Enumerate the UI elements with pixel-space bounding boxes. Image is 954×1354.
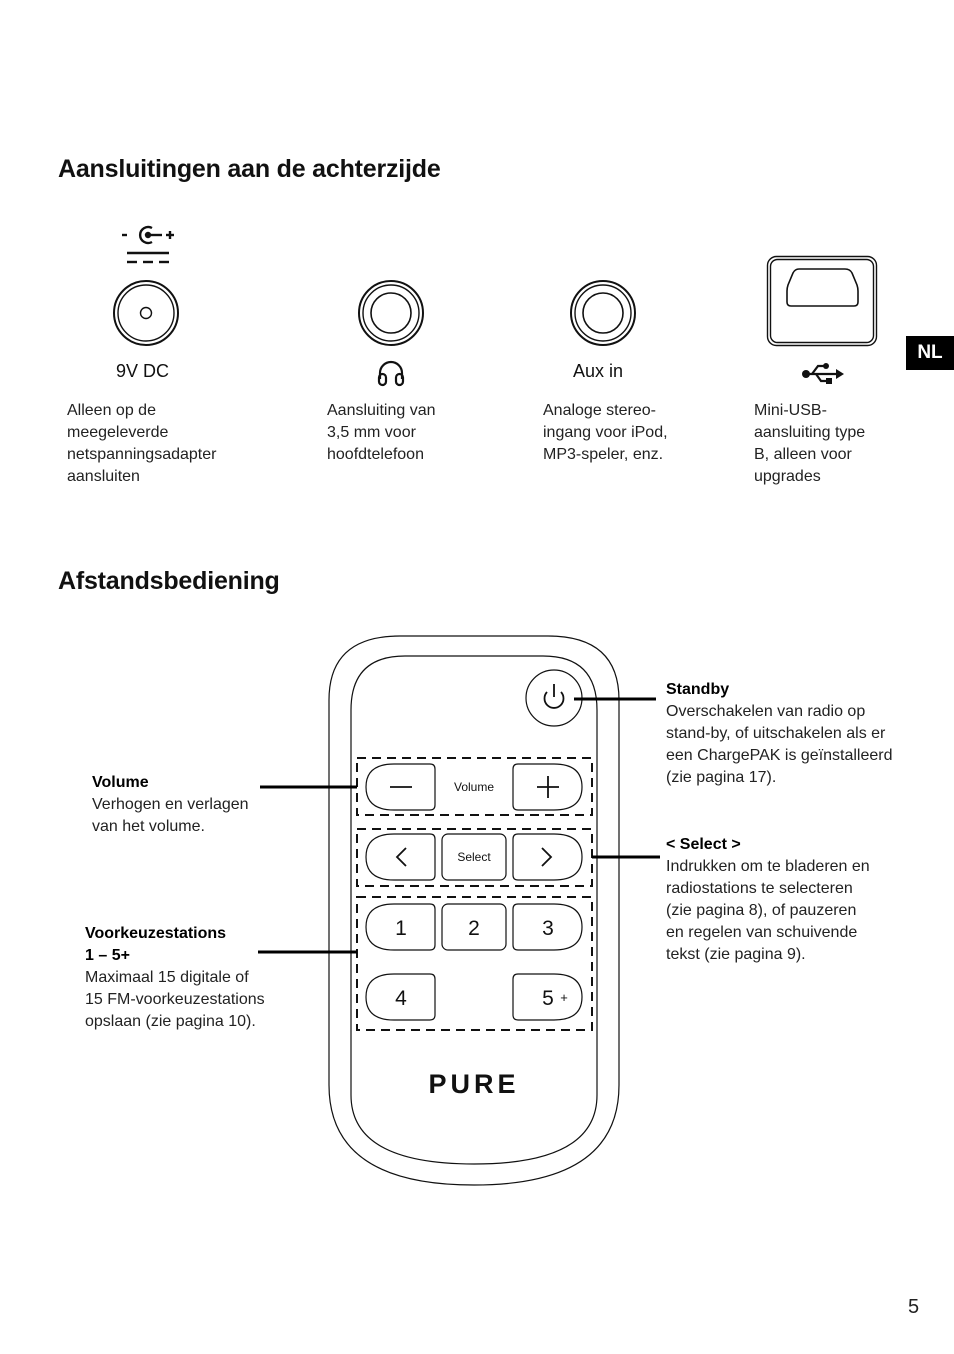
callout-select-text: Indrukken om te bladeren en radiostation… <box>666 858 870 963</box>
volume-button-label: Volume <box>454 780 494 794</box>
callout-select: < Select > Indrukken om te bladeren en r… <box>666 834 870 966</box>
pure-logo: PURE <box>428 1069 519 1099</box>
callout-presets-text: Maximaal 15 digitale of 15 FM-voorkeuzes… <box>85 969 265 1030</box>
preset-5-plus-label: + <box>560 990 568 1005</box>
callout-volume-text: Verhogen en verlagen van het volume. <box>92 796 249 835</box>
callout-standby-text: Overschakelen van radio op stand-by, of … <box>666 703 893 786</box>
preset-2-label: 2 <box>468 917 480 940</box>
page-number: 5 <box>908 1296 920 1318</box>
callout-standby-title: Standby <box>666 681 730 698</box>
preset-4-label: 4 <box>395 987 407 1010</box>
preset-3-label: 3 <box>542 917 554 940</box>
callout-presets: Voorkeuzestations 1 – 5+ Maximaal 15 dig… <box>85 923 265 1033</box>
next-button <box>512 833 583 881</box>
prev-button <box>365 833 436 881</box>
callout-select-title: < Select > <box>666 836 741 853</box>
callout-presets-title: Voorkeuzestations 1 – 5+ <box>85 925 227 964</box>
callout-volume-title: Volume <box>92 774 149 791</box>
select-button-label: Select <box>457 850 491 864</box>
callout-standby: Standby Overschakelen van radio op stand… <box>666 679 893 789</box>
standby-button <box>525 669 583 727</box>
preset-5-label: 5 <box>542 987 554 1010</box>
remote-control: Volume Select 1 2 3 4 5 + PURE <box>258 635 660 1186</box>
preset-1-label: 1 <box>395 917 407 940</box>
callout-volume: Volume Verhogen en verlagen van het volu… <box>92 772 249 838</box>
